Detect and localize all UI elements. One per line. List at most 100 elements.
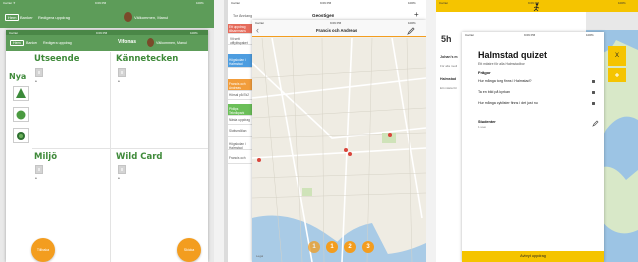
cancel-mission-button[interactable]: Avbryt uppdrag <box>462 251 604 262</box>
nav-banks[interactable]: Banker <box>20 15 33 20</box>
category-utseende[interactable]: Utseende a <box>32 54 110 148</box>
edit-students-icon[interactable] <box>592 120 599 127</box>
list-item-label: Hörsal på Ek2 <box>229 93 250 97</box>
front-header-title: Vifonas <box>118 39 136 45</box>
map-pin[interactable] <box>344 148 348 152</box>
students-heading: Studenter <box>478 120 496 124</box>
lock-icon <box>592 80 595 83</box>
map-pin[interactable] <box>257 158 261 162</box>
front-status-carrier: Carrier <box>465 33 475 37</box>
image-thumbnail[interactable] <box>118 68 126 77</box>
back-title: 5h <box>441 34 452 44</box>
back-header: Hem Banker Redigera uppdrag Välkommen, M… <box>0 6 214 28</box>
side-action-button[interactable] <box>608 68 626 82</box>
status-carrier: Carrier ✈ <box>3 1 16 5</box>
questions-heading: Frågor <box>478 70 491 75</box>
image-thumbnail[interactable] <box>35 68 43 77</box>
list-item[interactable]: Nästa uppdrag <box>228 116 254 125</box>
back-top-bar: Carrier 9:09 PM 100% <box>436 0 638 12</box>
panel-quiz-detail: Carrier 9:09 PM 100% 5h Johan's m För al… <box>436 0 638 262</box>
front-quiz-screen: Carrier 9:09 PM 100% Halmstad quizet Ett… <box>462 32 604 262</box>
front-screen: Carrier 9:09 PM 100% Hem Banker Redigera… <box>6 30 208 262</box>
front-nav-edit[interactable]: Redigera uppdrag <box>43 41 72 45</box>
bush-icon <box>16 110 26 120</box>
front-map-screen: Carrier 9:09 PM 100% ‹ Francis och Andre… <box>252 20 426 262</box>
send-fab-label: Skicka <box>183 248 195 252</box>
question-row[interactable]: Ta en bild på kyrkan <box>478 90 598 98</box>
pager-dot[interactable]: 1 <box>326 241 338 253</box>
back-status-battery: 100% <box>408 1 416 5</box>
question-row[interactable]: Hur många torg finns i Halmstad? <box>478 79 598 87</box>
pager-dot[interactable]: 2 <box>344 241 356 253</box>
list-item[interactable]: Philips Teknikpark <box>228 104 254 116</box>
front-user-greeting[interactable]: Välkommen, Manul <box>156 41 187 45</box>
grid-divider-horizontal <box>32 148 208 149</box>
list-item-label: Ett uppdrag tillsammans <box>229 25 246 33</box>
map-pin[interactable] <box>388 133 392 137</box>
list-item-label: Nästa uppdrag <box>229 118 250 122</box>
front-status-time: 9:09 PM <box>524 33 536 37</box>
close-button[interactable]: X <box>608 46 626 66</box>
edit-icon[interactable] <box>407 27 415 35</box>
back-fab-button[interactable]: Tillbaka <box>31 238 55 262</box>
quiz-subtitle: Ett mästre för alla Halmstadbor <box>478 62 525 66</box>
tree-image-1[interactable] <box>13 86 29 101</box>
pager-dot[interactable]: 1 <box>308 241 320 253</box>
plus-icon <box>615 73 619 77</box>
pager-dot-label: 2 <box>348 244 352 250</box>
category-title: Kännetecken <box>116 54 179 64</box>
lock-icon <box>592 102 595 105</box>
add-mission-button[interactable]: + <box>414 10 419 19</box>
list-item-label: Francis och <box>229 156 246 160</box>
thumbnail-caption: a <box>118 79 120 83</box>
front-nav-banks[interactable]: Banker <box>26 41 37 45</box>
back-fab-label: Tillbaka <box>36 248 50 252</box>
send-fab-button[interactable]: Skicka <box>177 238 201 262</box>
list-item[interactable]: Vit sett utflyktspaket <box>228 35 254 45</box>
close-label: X <box>614 53 619 59</box>
list-item[interactable]: Francis och <box>228 153 254 164</box>
tree-image-3[interactable] <box>13 128 29 143</box>
category-title: Wild Card <box>116 152 163 162</box>
question-text: Hur många torg finns i Halmstad? <box>478 79 532 83</box>
pager-dot-label: 3 <box>366 244 370 250</box>
pager-dot-label: 1 <box>312 244 316 250</box>
back-item[interactable]: Halmstad <box>440 77 456 81</box>
list-item[interactable]: Hörsal på Ek2 <box>228 91 254 100</box>
nav-edit-mission[interactable]: Redigera uppdrag <box>38 15 70 20</box>
thumbnail-caption: a <box>35 79 37 83</box>
city-map[interactable] <box>252 38 426 262</box>
image-thumbnail[interactable] <box>35 165 43 174</box>
question-row[interactable]: Hur många cyklister finns i det just nu <box>478 101 598 109</box>
map-pin[interactable] <box>348 152 352 156</box>
back-mission-list: Ett uppdrag tillsammans Vit sett utflykt… <box>228 22 254 262</box>
list-item-label: Philips Teknikpark <box>229 107 245 115</box>
back-arrow-icon[interactable]: ‹ <box>256 25 259 35</box>
category-miljo[interactable]: Miljö a <box>32 152 110 246</box>
pager-dot[interactable]: 3 <box>362 241 374 253</box>
map-header-title: Francis och Andreas <box>316 28 358 33</box>
panel-category-editor: Carrier ✈ 9:09 PM 100% Hem Banker Redige… <box>0 0 214 262</box>
list-item[interactable]: Francis och Andreas <box>228 79 254 91</box>
category-kannetecken[interactable]: Kännetecken a <box>116 54 206 148</box>
thumbnail-caption: a <box>35 176 37 180</box>
map-legal-label[interactable]: Legal <box>256 254 263 258</box>
list-item[interactable]: Högskolan i Halmstad <box>228 54 254 68</box>
tree-image-2[interactable] <box>13 107 29 122</box>
quiz-title: Halmstad quizet <box>478 50 548 60</box>
list-item[interactable]: Högskolan i Halmstad <box>228 139 254 150</box>
list-item-label: Högskolan i Halmstad <box>229 142 246 150</box>
front-nav-home[interactable]: Hem <box>10 40 24 46</box>
back-status-time: 9:09 PM <box>320 1 332 5</box>
list-item-label: Högskolan i Halmstad <box>229 58 246 66</box>
back-item: För alla medl <box>440 64 458 68</box>
nav-home[interactable]: Hem <box>5 14 20 21</box>
list-item[interactable]: Slottsmöllan <box>228 126 254 137</box>
list-item[interactable]: Ett uppdrag tillsammans <box>228 24 254 34</box>
category-wild-card[interactable]: Wild Card a <box>116 152 206 246</box>
category-title: Miljö <box>34 152 58 162</box>
back-item[interactable]: Johan's m <box>440 55 458 59</box>
image-thumbnail[interactable] <box>118 165 126 174</box>
back-header-left[interactable]: Tor Ännlang <box>233 14 252 18</box>
user-greeting[interactable]: Välkommen, Manul <box>134 15 168 20</box>
